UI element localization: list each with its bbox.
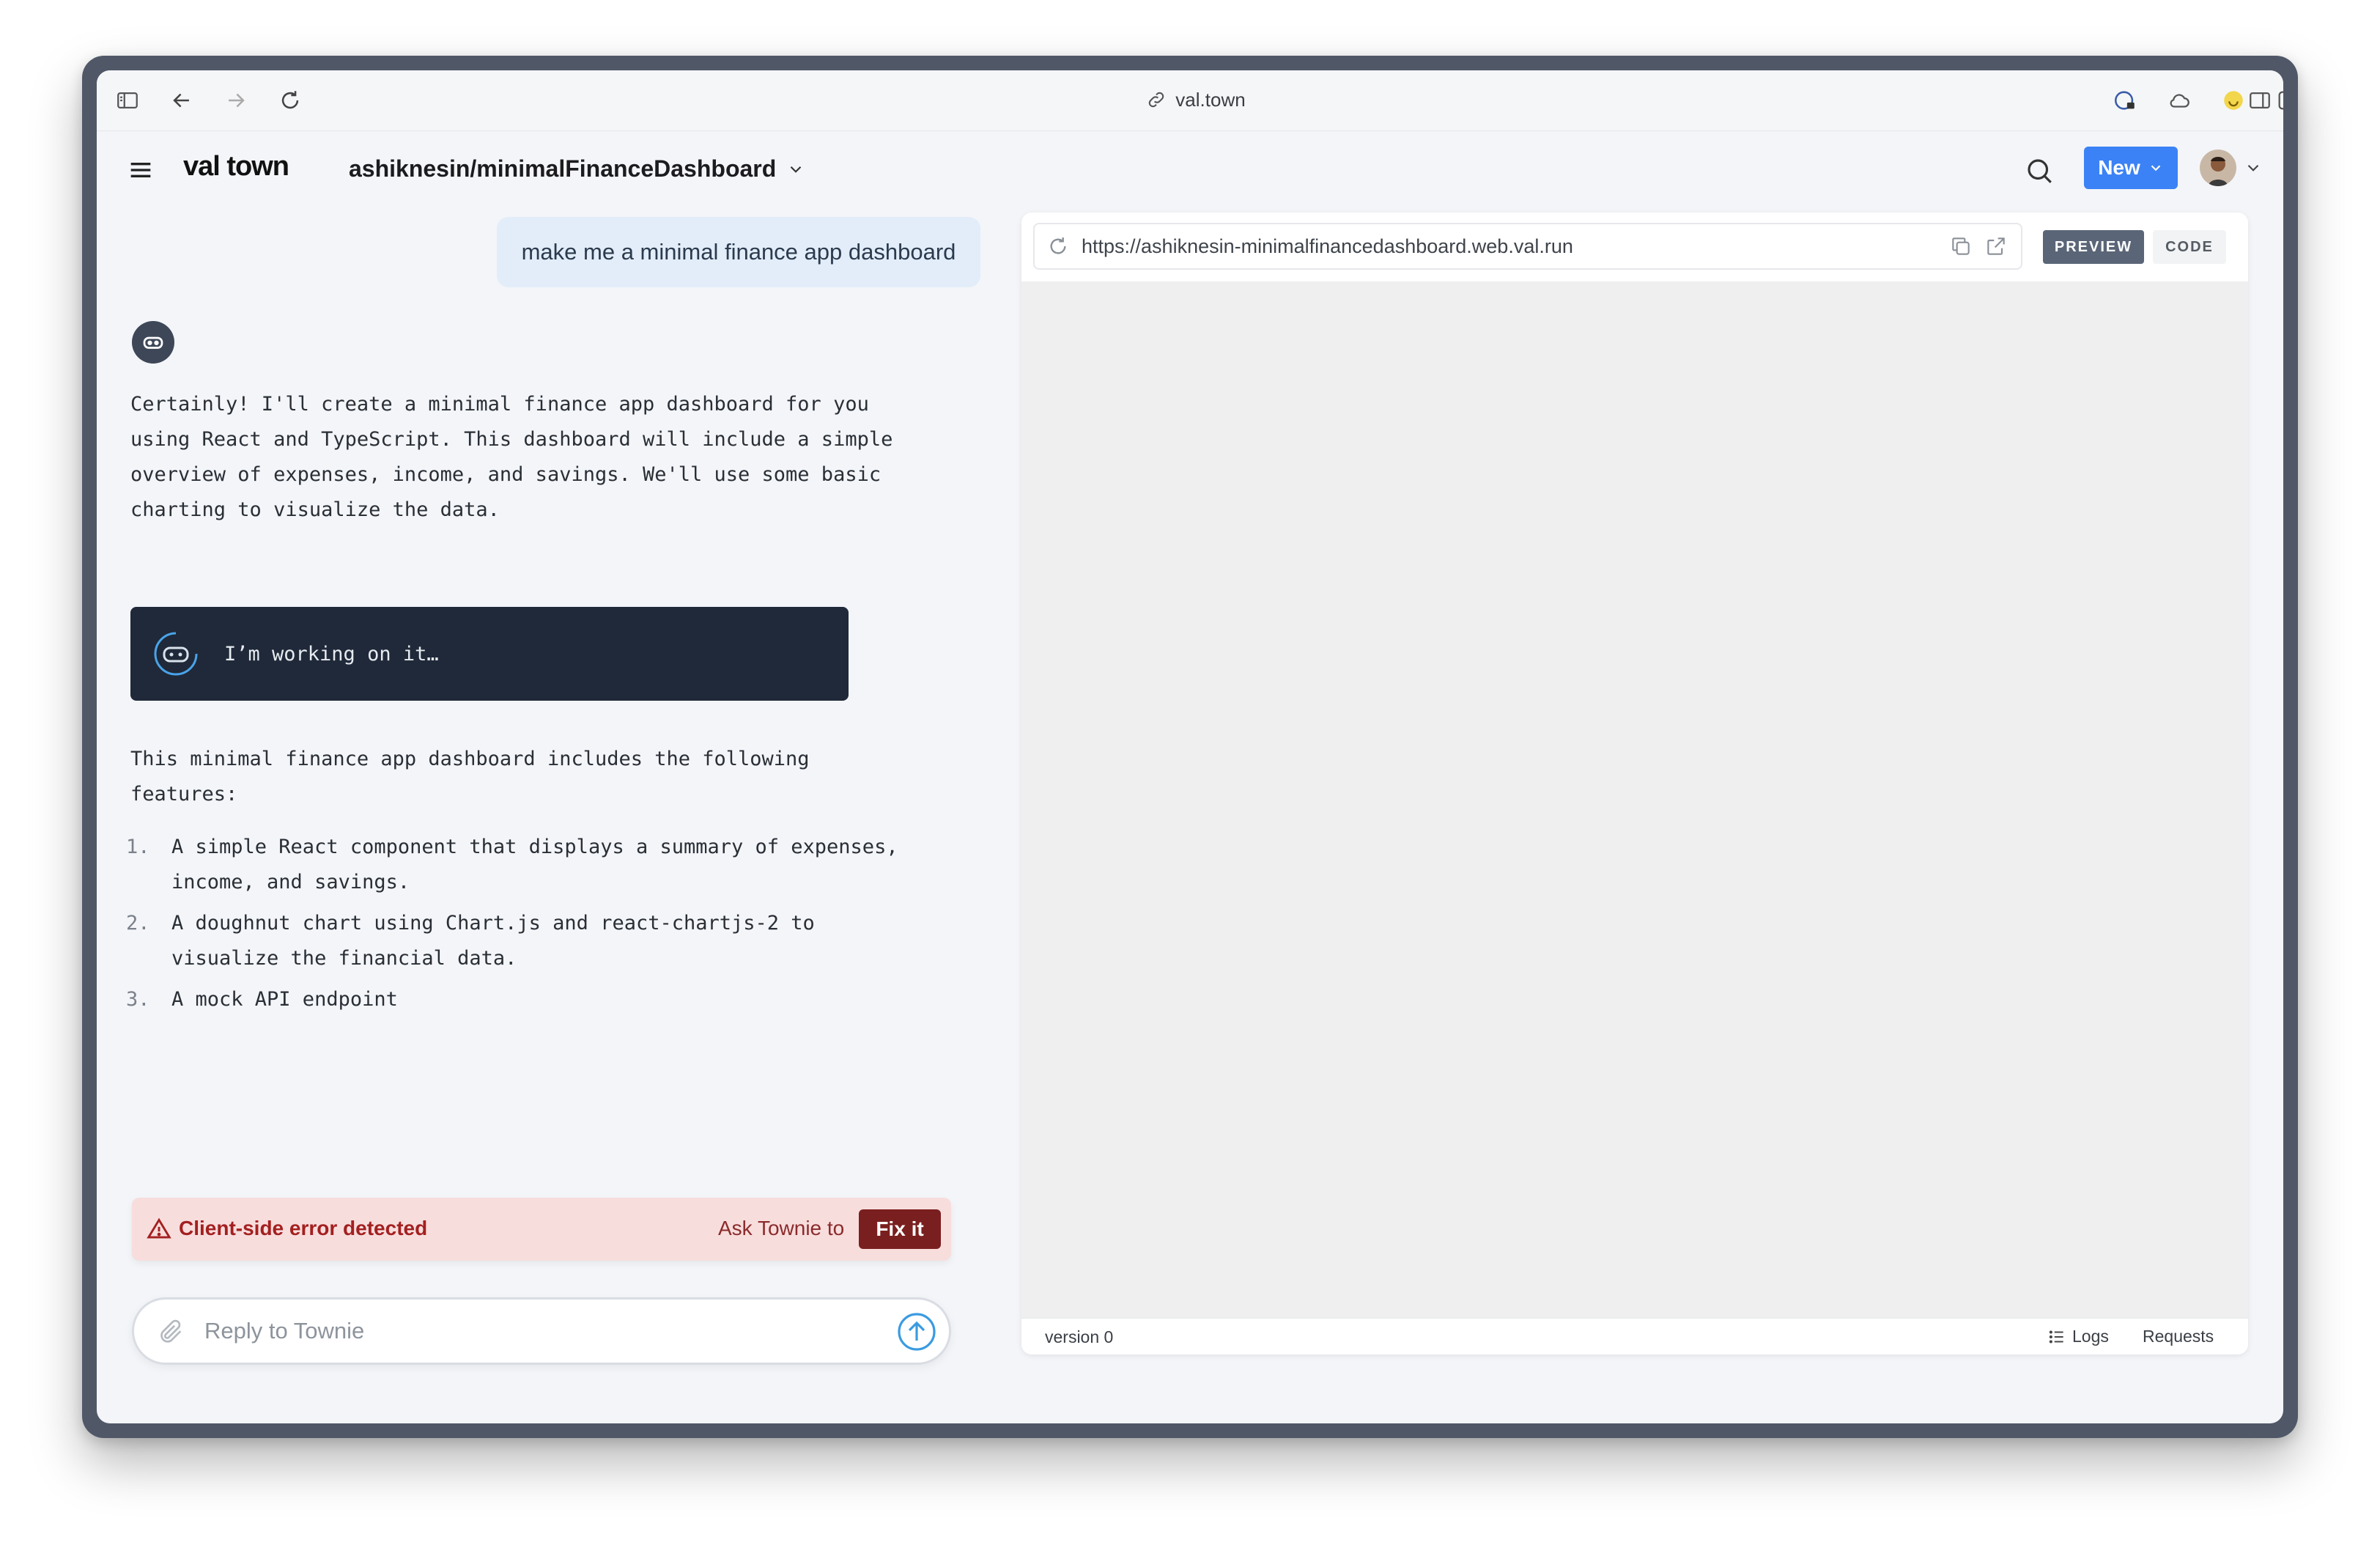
preview-panel: https://ashiknesin-minimalfinancedashboa… bbox=[1021, 213, 2248, 1354]
fix-it-button[interactable]: Fix it bbox=[859, 1209, 941, 1249]
error-message: Client-side error detected bbox=[179, 1217, 428, 1239]
reply-placeholder: Reply to Townie bbox=[204, 1318, 365, 1344]
list-line: income, and savings. bbox=[171, 871, 410, 893]
avatar[interactable] bbox=[2200, 150, 2236, 186]
new-button[interactable]: New bbox=[2084, 147, 2178, 189]
logs-button[interactable]: Logs bbox=[2047, 1327, 2109, 1346]
robot-icon bbox=[143, 336, 163, 349]
list-number: 1. bbox=[126, 836, 150, 858]
project-name: ashiknesin/minimalFinanceDashboard bbox=[349, 155, 777, 182]
password-extension-icon[interactable] bbox=[2110, 86, 2140, 115]
user-message: make me a minimal finance app dashboard bbox=[497, 217, 980, 287]
requests-button[interactable]: Requests bbox=[2143, 1327, 2214, 1346]
list-line: A doughnut chart using Chart.js and reac… bbox=[171, 912, 815, 935]
list-icon bbox=[2049, 1330, 2063, 1344]
sidebar-toggle-icon[interactable] bbox=[113, 86, 142, 115]
list-number: 3. bbox=[126, 988, 150, 1011]
paperclip-icon[interactable] bbox=[156, 1317, 185, 1346]
browser-toolbar: val.town bbox=[97, 70, 2283, 131]
external-link-icon[interactable] bbox=[1984, 235, 2008, 258]
feature-list: 1. A simple React component that display… bbox=[126, 830, 958, 1023]
chevron-down-icon bbox=[791, 166, 802, 173]
version-label: version 0 bbox=[1045, 1327, 1114, 1346]
bot-intro-text: Certainly! I'll create a minimal finance… bbox=[130, 387, 958, 528]
search-icon[interactable] bbox=[2024, 155, 2055, 186]
send-icon[interactable] bbox=[896, 1311, 937, 1352]
forward-icon[interactable] bbox=[221, 86, 251, 115]
error-banner: Client-side error detected Ask Townie to… bbox=[132, 1198, 951, 1261]
bot-intro-line: overview of expenses, income, and saving… bbox=[130, 463, 882, 486]
address-text: val.town bbox=[1175, 88, 1246, 111]
back-icon[interactable] bbox=[167, 86, 196, 115]
project-selector[interactable]: ashiknesin/minimalFinanceDashboard bbox=[349, 155, 805, 183]
refresh-icon[interactable] bbox=[1046, 235, 1070, 258]
bot-summary-line: features: bbox=[130, 783, 238, 806]
brand-logo[interactable]: val town bbox=[183, 151, 289, 183]
account-chevron-icon[interactable] bbox=[2244, 158, 2263, 177]
reply-input[interactable]: Reply to Townie bbox=[132, 1297, 951, 1365]
menu-icon[interactable] bbox=[126, 155, 155, 185]
address-bar[interactable]: val.town bbox=[1123, 82, 1269, 117]
ask-townie-text: Ask Townie to bbox=[718, 1217, 845, 1239]
bot-summary-line: This minimal finance app dashboard inclu… bbox=[130, 748, 810, 770]
bot-intro-line: charting to visualize the data. bbox=[130, 498, 500, 521]
list-item: 1. A simple React component that display… bbox=[126, 830, 958, 900]
chevron-down-icon bbox=[2151, 165, 2161, 172]
tab-preview[interactable]: PREVIEW bbox=[2043, 230, 2144, 264]
smiley-extension-icon[interactable] bbox=[2219, 86, 2248, 115]
tab-code[interactable]: CODE bbox=[2153, 230, 2226, 264]
working-status-card: I’m working on it… bbox=[130, 607, 849, 701]
list-line: visualize the financial data. bbox=[171, 947, 517, 970]
bot-intro-line: Certainly! I'll create a minimal finance… bbox=[130, 393, 869, 416]
list-item: 3. A mock API endpoint bbox=[126, 982, 958, 1017]
cloud-icon[interactable] bbox=[2165, 86, 2194, 115]
spinner-robot-icon bbox=[152, 630, 199, 677]
logs-label: Logs bbox=[2072, 1327, 2109, 1346]
warning-icon bbox=[145, 1215, 173, 1243]
split-view-icon-glyph[interactable] bbox=[2245, 86, 2274, 115]
new-button-label: New bbox=[2098, 156, 2140, 179]
preview-url-bar[interactable]: https://ashiknesin-minimalfinancedashboa… bbox=[1033, 223, 2022, 270]
list-number: 2. bbox=[126, 912, 150, 935]
copy-icon[interactable] bbox=[1949, 235, 1973, 258]
bot-summary-text: This minimal finance app dashboard inclu… bbox=[130, 742, 958, 812]
bot-avatar bbox=[132, 321, 174, 364]
working-text: I’m working on it… bbox=[224, 642, 439, 666]
browser-content: val.town val town ashiknesin/minimalFina… bbox=[97, 70, 2283, 1423]
list-line: A simple React component that displays a… bbox=[171, 836, 898, 858]
preview-url: https://ashiknesin-minimalfinancedashboa… bbox=[1082, 235, 1573, 257]
reload-icon[interactable] bbox=[276, 86, 305, 115]
app-header: val town ashiknesin/minimalFinanceDashbo… bbox=[97, 130, 2283, 211]
list-line: A mock API endpoint bbox=[171, 988, 398, 1011]
link-icon bbox=[1149, 92, 1164, 108]
list-item: 2. A doughnut chart using Chart.js and r… bbox=[126, 906, 958, 976]
preview-footer: version 0 Logs Requests bbox=[1021, 1318, 2248, 1354]
preview-canvas bbox=[1021, 281, 2248, 1318]
bot-intro-line: using React and TypeScript. This dashboa… bbox=[130, 428, 893, 451]
preview-toolbar: https://ashiknesin-minimalfinancedashboa… bbox=[1021, 213, 2248, 281]
settings-extension-icon[interactable] bbox=[2273, 86, 2283, 115]
browser-window: val.town val town ashiknesin/minimalFina… bbox=[82, 56, 2298, 1438]
